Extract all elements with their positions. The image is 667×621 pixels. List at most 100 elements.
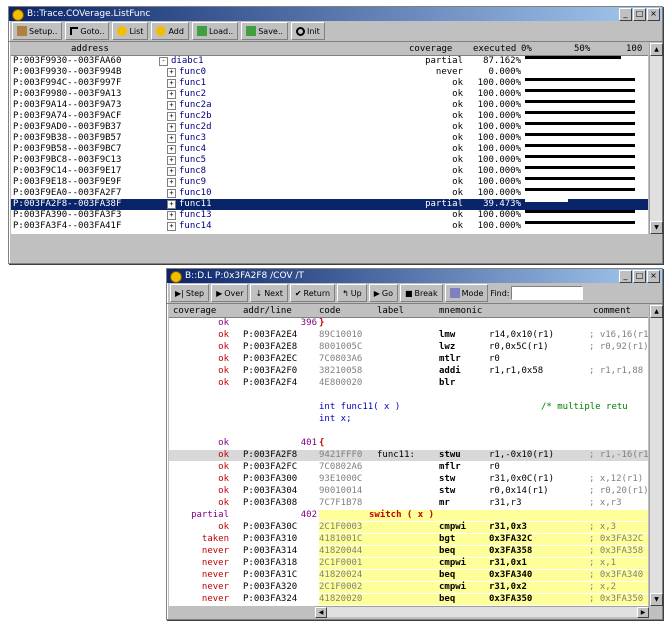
col-coverage[interactable]: coverage <box>409 43 452 55</box>
expand-icon[interactable]: + <box>167 189 176 198</box>
list-button[interactable]: List <box>112 22 149 40</box>
function-row[interactable]: P:003F9E18--003F9E9F + func9 ok 100.000% <box>11 177 648 188</box>
expand-icon[interactable]: + <box>167 101 176 110</box>
function-row[interactable]: P:003F9AD0--003F9B37 + func2d ok 100.000% <box>11 122 648 133</box>
disassembly-row[interactable]: taken P:003FA310 4181001C bgt 0x3FA32C ; 0x3F… <box>169 534 648 545</box>
expand-icon[interactable]: + <box>167 156 176 165</box>
save-button[interactable]: Save.. <box>241 22 288 40</box>
comment: ; 0x3FA350 <box>589 594 644 604</box>
load-button[interactable]: Load.. <box>191 22 239 40</box>
add-button[interactable]: Add <box>151 22 189 40</box>
close-button[interactable]: × <box>647 270 660 283</box>
expand-icon[interactable]: + <box>167 90 176 99</box>
disassembly-row[interactable]: never P:003FA324 41820020 beq 0x3FA350 ; 0x3F… <box>169 594 648 605</box>
function-row[interactable]: P:003FA390--003FA3F3 + func13 ok 100.000% <box>11 210 648 221</box>
coverage-list-window: B::Trace.COVerage.ListFunc _ □ × Setup..… <box>8 6 663 264</box>
disassembly-row[interactable] <box>169 426 648 437</box>
scroll-down-icon[interactable]: ▼ <box>650 593 663 606</box>
expand-icon[interactable]: + <box>167 200 176 209</box>
step-button[interactable]: ▶| Step <box>170 284 210 302</box>
disassembly-row[interactable]: partial 402 switch ( x ) <box>169 510 648 521</box>
function-row[interactable]: P:003F9A14--003F9A73 + func2a ok 100.000% <box>11 100 648 111</box>
minimize-button[interactable]: _ <box>619 270 632 283</box>
function-row[interactable]: P:003F9B38--003F9B57 + func3 ok 100.000% <box>11 133 648 144</box>
disassembly-row[interactable] <box>169 390 648 401</box>
expand-icon[interactable]: + <box>167 211 176 220</box>
close-button[interactable]: × <box>647 8 660 21</box>
function-row[interactable]: P:003F994C--003F997F + func1 ok 100.000% <box>11 78 648 89</box>
function-row[interactable]: P:003F9C14--003F9E17 + func8 ok 100.000% <box>11 166 648 177</box>
goto-button[interactable]: Goto.. <box>65 22 110 40</box>
init-button[interactable]: Init <box>290 22 325 40</box>
collapse-icon[interactable]: - <box>159 57 168 66</box>
disassembly-row[interactable]: ok P:003FA2F8 9421FFF0 func11: stwu r1,-0x10(… <box>169 450 648 461</box>
expand-icon[interactable]: + <box>167 112 176 121</box>
return-button[interactable]: ✔ Return <box>289 284 336 302</box>
col-mnemonic[interactable]: mnemonic <box>439 305 482 317</box>
disassembly-row[interactable]: ok P:003FA2F4 4E800020 blr <box>169 378 648 389</box>
function-row[interactable]: P:003F9B58--003F9BC7 + func4 ok 100.000% <box>11 144 648 155</box>
disassembly-row[interactable]: ok P:003FA2EC 7C0803A6 mtlr r0 <box>169 354 648 365</box>
col-label[interactable]: label <box>377 305 404 317</box>
col-executed[interactable]: executed <box>473 43 516 55</box>
title-bar[interactable]: B::D.L P:0x3FA2F8 /COV /T _ □ × <box>167 269 662 283</box>
function-row[interactable]: P:003FA3F4--003FA41F + func14 ok 100.000% <box>11 221 648 232</box>
find-input[interactable] <box>511 286 584 300</box>
scroll-up-icon[interactable]: ▲ <box>650 43 663 56</box>
expand-icon[interactable]: + <box>167 145 176 154</box>
col-address[interactable]: address <box>71 43 109 55</box>
function-row[interactable]: P:003F9980--003F9A13 + func2 ok 100.000% <box>11 89 648 100</box>
function-row[interactable]: P:003F9EA0--003FA2F7 + func10 ok 100.000% <box>11 188 648 199</box>
scroll-left-icon[interactable]: ◀ <box>315 607 327 618</box>
disassembly-row[interactable]: ok P:003FA300 93E1000C stw r31,0x0C(r1) ; x,1… <box>169 474 648 485</box>
col-code[interactable]: code <box>319 305 341 317</box>
maximize-button[interactable]: □ <box>633 270 646 283</box>
break-button[interactable]: ■ Break <box>399 284 443 302</box>
disassembly-row[interactable]: ok P:003FA2E4 89C10010 lmw r14,0x10(r1) ; v16… <box>169 330 648 341</box>
disassembly-row[interactable]: never P:003FA318 2C1F0001 cmpwi r31,0x1 ; x,1 <box>169 558 648 569</box>
over-button[interactable]: ▶ Over <box>211 284 249 302</box>
function-row[interactable]: P:003F9BC8--003F9C13 + func5 ok 100.000% <box>11 155 648 166</box>
col-coverage[interactable]: coverage <box>173 305 216 317</box>
expand-icon[interactable]: + <box>167 167 176 176</box>
up-button[interactable]: ↰ Up <box>337 284 367 302</box>
next-button[interactable]: ↓ Next <box>250 284 288 302</box>
disassembly-row[interactable]: ok P:003FA2F0 38210058 addi r1,r1,0x58 ; r1,r… <box>169 366 648 377</box>
minimize-button[interactable]: _ <box>619 8 632 21</box>
expand-icon[interactable]: + <box>167 178 176 187</box>
expand-icon[interactable]: + <box>167 68 176 77</box>
scroll-down-icon[interactable]: ▼ <box>650 221 663 234</box>
disassembly-row[interactable]: int func11( x ) /* multiple retu <box>169 402 648 413</box>
disassembly-row[interactable]: ok 396} <box>169 318 648 329</box>
disassembly-row[interactable]: ok P:003FA308 7C7F1B78 mr r31,r3 ; x,r3 <box>169 498 648 509</box>
disassembly-row[interactable]: ok P:003FA304 90010014 stw r0,0x14(r1) ; r0,2… <box>169 486 648 497</box>
disassembly-row[interactable]: ok 401{ <box>169 438 648 449</box>
scroll-right-icon[interactable]: ▶ <box>637 607 649 618</box>
maximize-button[interactable]: □ <box>633 8 646 21</box>
vertical-scrollbar[interactable]: ▲ ▼ <box>649 305 663 606</box>
disassembly-row[interactable]: never P:003FA31C 41820024 beq 0x3FA340 ; 0x3F… <box>169 570 648 581</box>
scroll-up-icon[interactable]: ▲ <box>650 305 663 318</box>
expand-icon[interactable]: + <box>167 222 176 231</box>
horizontal-scrollbar[interactable]: ◀ ▶ <box>315 606 649 618</box>
function-row[interactable]: P:003F9A74--003F9ACF + func2b ok 100.000% <box>11 111 648 122</box>
expand-icon[interactable]: + <box>167 79 176 88</box>
col-comment[interactable]: comment <box>593 305 631 317</box>
function-row[interactable]: P:003F9930--003F994B + func0 never 0.000% <box>11 67 648 78</box>
vertical-scrollbar[interactable]: ▲ ▼ <box>649 43 663 234</box>
disassembly-row[interactable]: ok P:003FA2FC 7C0802A6 mflr r0 <box>169 462 648 473</box>
disassembly-row[interactable]: int x; <box>169 414 648 425</box>
function-row[interactable]: P:003F9930--003FAA60 - diabc1 partial 87.162… <box>11 56 648 67</box>
function-row[interactable]: P:003FA2F8--003FA38F + func11 partial 39.473… <box>11 199 648 210</box>
col-addr-line[interactable]: addr/line <box>243 305 292 317</box>
disassembly-row[interactable]: ok P:003FA2E8 8001005C lwz r0,0x5C(r1) ; r0,9… <box>169 342 648 353</box>
title-bar[interactable]: B::Trace.COVerage.ListFunc _ □ × <box>9 7 662 21</box>
mode-button[interactable]: Mode <box>444 284 489 302</box>
disassembly-row[interactable]: never P:003FA314 41820044 beq 0x3FA358 ; 0x3F… <box>169 546 648 557</box>
expand-icon[interactable]: + <box>167 123 176 132</box>
setup-button[interactable]: Setup.. <box>12 22 63 40</box>
go-button[interactable]: ▶ Go <box>368 284 398 302</box>
disassembly-row[interactable]: ok P:003FA30C 2C1F0003 cmpwi r31,0x3 ; x,3 <box>169 522 648 533</box>
expand-icon[interactable]: + <box>167 134 176 143</box>
disassembly-row[interactable]: never P:003FA320 2C1F0002 cmpwi r31,0x2 ; x,2 <box>169 582 648 593</box>
